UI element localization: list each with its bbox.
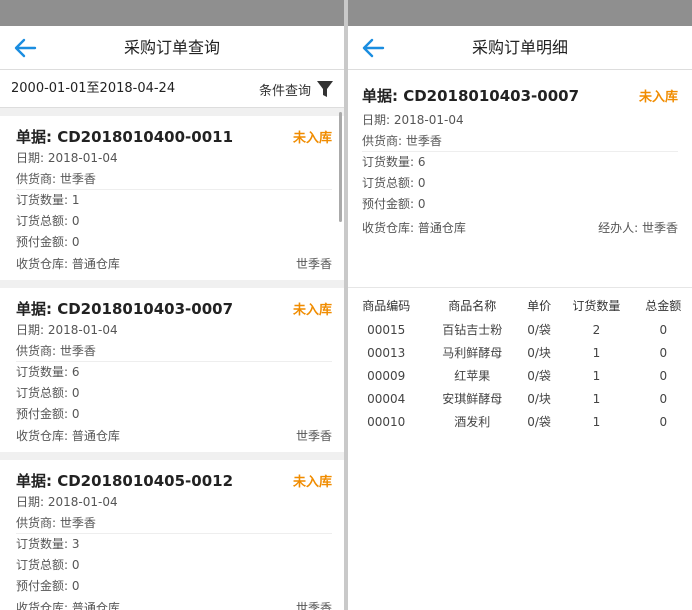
table-row[interactable]: 00010 酒发利 0/袋 1 0 <box>348 410 692 433</box>
page-title: 采购订单查询 <box>123 38 220 57</box>
table-cell: 1 <box>592 414 601 429</box>
table-cell: 0/袋 <box>527 369 551 383</box>
status-badge: 未入库 <box>638 89 678 105</box>
order-detail-screen: 采购订单明细 单据: CD2018010403-0007 未入库 日期: 201… <box>348 0 692 610</box>
condition-query-button[interactable]: 条件查询 <box>259 76 334 102</box>
order-list[interactable]: 单据: CD2018010400-0011 未入库 日期: 2018-01-04… <box>0 108 344 610</box>
table-cell: 马利鲜酵母 <box>442 346 503 360</box>
order-card[interactable]: 单据: CD2018010403-0007 未入库 日期: 2018-01-04… <box>0 288 344 452</box>
order-prepaid: 预付金额: 0 <box>16 579 80 593</box>
order-total: 订货总额: 0 <box>362 176 426 190</box>
table-cell: 1 <box>592 368 601 383</box>
order-number: 单据: CD2018010400-0011 <box>16 127 234 146</box>
order-date: 日期: 2018-01-04 <box>16 323 118 337</box>
column-header: 商品编码 <box>362 298 411 313</box>
order-supplier: 供货商: 世季香 <box>16 341 332 362</box>
table-cell: 00010 <box>367 414 406 429</box>
date-range[interactable]: 2000-01-01至2018-04-24 <box>11 70 175 108</box>
column-header: 总金额 <box>645 298 682 313</box>
table-cell: 酒发利 <box>454 415 491 429</box>
back-button[interactable] <box>358 34 388 62</box>
order-quantity: 订货数量: 6 <box>362 155 426 169</box>
column-header: 订货数量 <box>572 298 621 313</box>
page-title: 采购订单明细 <box>471 38 568 57</box>
table-cell: 00013 <box>367 345 406 360</box>
table-cell: 2 <box>592 322 601 337</box>
order-supplier: 供货商: 世季香 <box>16 169 332 190</box>
table-cell: 00015 <box>367 322 406 337</box>
table-cell: 1 <box>592 345 601 360</box>
order-warehouse: 收货仓库: 普通仓库 <box>16 257 120 271</box>
table-cell: 安琪鲜酵母 <box>442 392 503 406</box>
table-cell: 0/块 <box>527 346 551 360</box>
order-warehouse: 收货仓库: 普通仓库 <box>362 221 466 235</box>
table-cell: 00009 <box>367 368 406 383</box>
order-detail-header: 单据: CD2018010403-0007 未入库 日期: 2018-01-04… <box>348 70 692 288</box>
order-number: 单据: CD2018010403-0007 <box>16 299 234 318</box>
order-date: 日期: 2018-01-04 <box>362 113 464 127</box>
list-scrollbar[interactable] <box>339 112 342 222</box>
order-handler: 世季香 <box>295 429 332 443</box>
order-supplier: 供货商: 世季香 <box>362 131 678 152</box>
table-cell: 0/袋 <box>527 323 551 337</box>
order-date: 日期: 2018-01-04 <box>16 151 118 165</box>
order-quantity: 订货数量: 1 <box>16 193 80 207</box>
table-row[interactable]: 00013 马利鲜酵母 0/块 1 0 <box>348 341 692 364</box>
order-number: 单据: CD2018010405-0012 <box>16 471 234 490</box>
status-badge: 未入库 <box>292 474 332 490</box>
order-items-table: 商品编码 商品名称 单价 订货数量 总金额 00015 百钻吉士粉 0/袋 2 … <box>348 292 692 433</box>
filter-bar: 2000-01-01至2018-04-24 条件查询 <box>0 70 344 108</box>
nav-bar: 采购订单明细 <box>348 26 692 70</box>
table-cell: 红苹果 <box>454 369 491 383</box>
table-cell: 0 <box>659 414 668 429</box>
status-badge: 未入库 <box>292 130 332 146</box>
table-cell: 0/块 <box>527 392 551 406</box>
order-quantity: 订货数量: 3 <box>16 537 80 551</box>
order-supplier: 供货商: 世季香 <box>16 513 332 534</box>
order-warehouse: 收货仓库: 普通仓库 <box>16 601 120 610</box>
order-handler: 世季香 <box>295 601 332 610</box>
nav-bar: 采购订单查询 <box>0 26 344 70</box>
order-total: 订货总额: 0 <box>16 558 80 572</box>
table-cell: 0 <box>659 345 668 360</box>
table-row[interactable]: 00015 百钻吉士粉 0/袋 2 0 <box>348 318 692 341</box>
table-cell: 00004 <box>367 391 406 406</box>
filter-funnel-icon <box>317 81 333 97</box>
order-total: 订货总额: 0 <box>16 386 80 400</box>
order-prepaid: 预付金额: 0 <box>362 197 426 211</box>
order-handler: 经办人: 世季香 <box>598 221 678 235</box>
order-card[interactable]: 单据: CD2018010400-0011 未入库 日期: 2018-01-04… <box>0 116 344 280</box>
order-card[interactable]: 单据: CD2018010405-0012 未入库 日期: 2018-01-04… <box>0 460 344 610</box>
order-number: 单据: CD2018010403-0007 <box>362 86 580 105</box>
table-cell: 0 <box>659 391 668 406</box>
table-cell: 1 <box>592 391 601 406</box>
back-arrow-icon <box>362 38 385 58</box>
order-prepaid: 预付金额: 0 <box>16 235 80 249</box>
table-cell: 0/袋 <box>527 415 551 429</box>
back-button[interactable] <box>10 34 40 62</box>
order-warehouse: 收货仓库: 普通仓库 <box>16 429 120 443</box>
table-cell: 0 <box>659 368 668 383</box>
table-header-row: 商品编码 商品名称 单价 订货数量 总金额 <box>348 292 692 318</box>
table-row[interactable]: 00009 红苹果 0/袋 1 0 <box>348 364 692 387</box>
order-date: 日期: 2018-01-04 <box>16 495 118 509</box>
condition-query-label: 条件查询 <box>258 83 311 99</box>
table-row[interactable]: 00004 安琪鲜酵母 0/块 1 0 <box>348 387 692 410</box>
order-query-screen: 采购订单查询 2000-01-01至2018-04-24 条件查询 单据: CD… <box>0 0 344 610</box>
table-cell: 百钻吉士粉 <box>442 323 503 337</box>
order-prepaid: 预付金额: 0 <box>16 407 80 421</box>
column-header: 单价 <box>527 298 552 313</box>
back-arrow-icon <box>14 38 37 58</box>
table-cell: 0 <box>659 322 668 337</box>
status-badge: 未入库 <box>292 302 332 318</box>
order-quantity: 订货数量: 6 <box>16 365 80 379</box>
status-bar <box>348 0 692 26</box>
column-header: 商品名称 <box>448 298 497 313</box>
order-total: 订货总额: 0 <box>16 214 80 228</box>
status-bar <box>0 0 344 26</box>
order-handler: 世季香 <box>295 257 332 271</box>
